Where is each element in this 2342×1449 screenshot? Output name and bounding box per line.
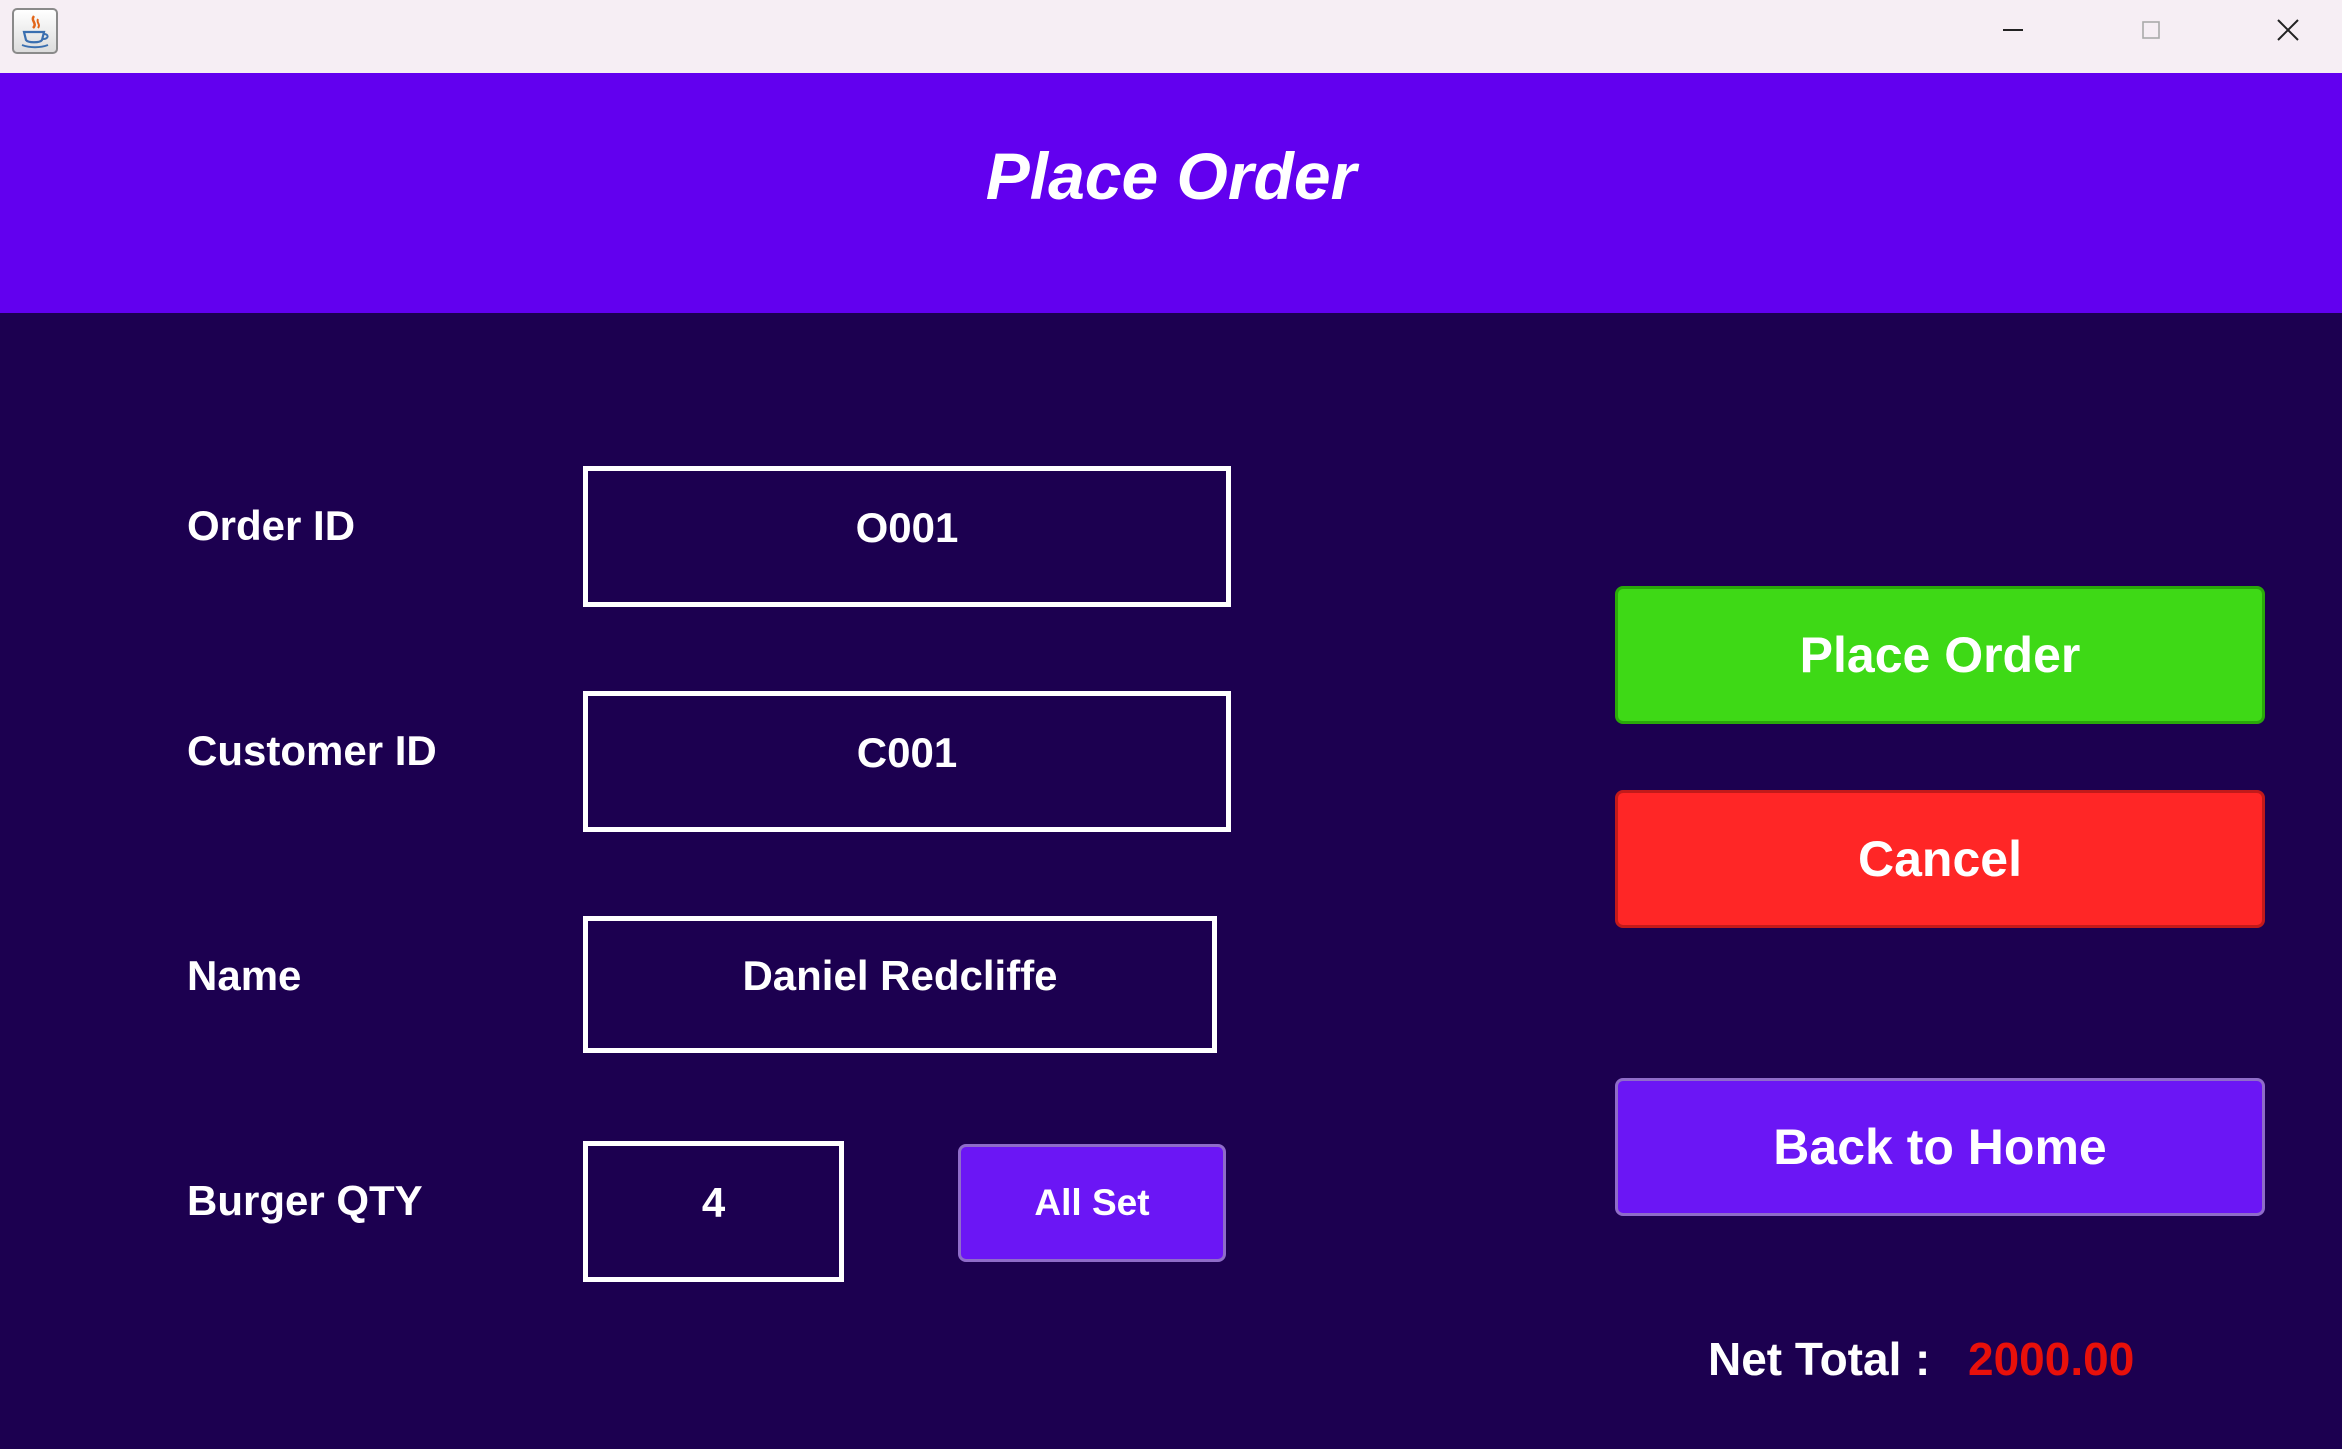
close-icon[interactable] (2233, 0, 2342, 60)
back-to-home-button[interactable]: Back to Home (1615, 1078, 2265, 1216)
java-coffee-icon (12, 8, 58, 54)
page-title: Place Order (985, 139, 1357, 213)
name-label: Name (187, 952, 302, 999)
minimize-icon[interactable] (1958, 0, 2068, 60)
all-set-button[interactable]: All Set (958, 1144, 1226, 1262)
net-total-label: Net Total (1708, 1333, 1902, 1385)
cancel-button[interactable]: Cancel (1615, 790, 2265, 928)
customer-id-value: C001 (856, 728, 958, 776)
place-order-window: Place Order Order ID O001 Customer ID C0… (0, 0, 2342, 1449)
burger-qty-value: 4 (701, 1178, 726, 1226)
title-bar (0, 0, 2342, 73)
place-order-button[interactable]: Place Order (1615, 586, 2265, 724)
order-id-label: Order ID (187, 502, 356, 549)
net-total-value: 2000.00 (1968, 1333, 2135, 1385)
order-id-value: O001 (855, 503, 959, 551)
net-total-separator: : (1915, 1333, 1931, 1385)
maximize-icon[interactable] (2096, 0, 2206, 60)
customer-id-label: Customer ID (187, 727, 437, 774)
order-id-field[interactable]: O001 (583, 466, 1231, 607)
name-value: Daniel Redcliffe (742, 951, 1058, 999)
customer-id-field[interactable]: C001 (583, 691, 1231, 832)
name-field[interactable]: Daniel Redcliffe (583, 916, 1217, 1053)
burger-qty-field[interactable]: 4 (583, 1141, 844, 1282)
burger-qty-label: Burger QTY (187, 1177, 423, 1224)
header-banner: Place Order (0, 73, 2342, 313)
